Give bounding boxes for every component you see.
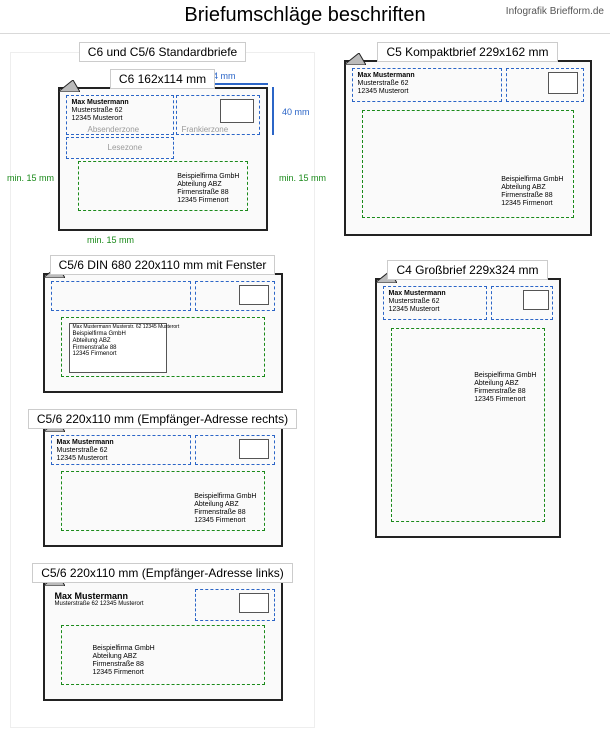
env-c5: Max Mustermann Musterstraße 62 12345 Mus…	[344, 60, 592, 236]
page-title: Briefumschläge beschriften	[184, 4, 425, 26]
stamp-box	[523, 290, 549, 310]
dim-right: 40 mm	[282, 107, 310, 117]
left-section-heading: C6 und C5/6 Standardbriefe	[79, 42, 246, 62]
addr-sender: Max Mustermann Musterstraße 62 12345 Mus…	[57, 439, 114, 463]
zone-sender	[51, 281, 191, 311]
env-c5-heading: C5 Kompaktbrief 229x162 mm	[377, 42, 557, 62]
right-column: C5 Kompaktbrief 229x162 mm Max Musterman…	[335, 42, 600, 728]
addr-recipient: Beispielfirma GmbH Abteilung ABZ Firmens…	[194, 493, 256, 525]
env-c6-block: C6 162x114 mm Absenderzone Frankierzone …	[21, 69, 304, 231]
addr-recipient: Beispielfirma GmbH Abteilung ABZ Firmens…	[474, 372, 536, 404]
env-c56win: Max Mustermann Musterstr. 62 12345 Muste…	[43, 273, 283, 393]
env-c5-block: C5 Kompaktbrief 229x162 mm Max Musterman…	[335, 42, 600, 236]
env-c56l: Max Mustermann Musterstraße 62 12345 Mus…	[43, 581, 283, 701]
env-c56r-heading: C5/6 220x110 mm (Empfänger-Adresse recht…	[28, 409, 297, 429]
stamp-box	[239, 593, 269, 613]
env-c56r-block: C5/6 220x110 mm (Empfänger-Adresse recht…	[21, 409, 304, 547]
env-c4-block: C4 Großbrief 229x324 mm Max Mustermann M…	[335, 260, 600, 538]
addr-sender: Max Mustermann Musterstraße 62 12345 Mus…	[55, 591, 144, 608]
label-read: Lesezone	[108, 143, 143, 152]
stamp-box	[548, 72, 578, 94]
stamp-box	[239, 285, 269, 305]
left-column: C6 und C5/6 Standardbriefe C6 162x114 mm…	[10, 42, 315, 728]
page-header: Briefumschläge beschriften Infografik Br…	[0, 0, 610, 34]
env-c56win-heading: C5/6 DIN 680 220x110 mm mit Fenster	[50, 255, 276, 275]
addr-window: Max Mustermann Musterstr. 62 12345 Muste…	[73, 325, 180, 358]
stamp-box	[220, 99, 254, 123]
env-c56l-block: C5/6 220x110 mm (Empfänger-Adresse links…	[21, 563, 304, 701]
page-body: C6 und C5/6 Standardbriefe C6 162x114 mm…	[0, 34, 610, 736]
addr-sender: Max Mustermann Musterstraße 62 12345 Mus…	[358, 72, 415, 96]
dim-rightmargin: min. 15 mm	[279, 173, 326, 183]
addr-recipient: Beispielfirma GmbH Abteilung ABZ Firmens…	[501, 176, 563, 208]
env-c56l-heading: C5/6 220x110 mm (Empfänger-Adresse links…	[32, 563, 293, 583]
addr-sender: Max Mustermann Musterstraße 62 12345 Mus…	[72, 99, 129, 123]
env-c6: Absenderzone Frankierzone Lesezone Max M…	[58, 87, 268, 231]
env-c56win-block: C5/6 DIN 680 220x110 mm mit Fenster Max …	[21, 255, 304, 393]
zone-recipient	[61, 625, 265, 685]
env-c6-heading: C6 162x114 mm	[110, 69, 215, 89]
page-credit: Infografik Briefform.de	[506, 6, 604, 17]
zone-recipient	[391, 328, 545, 522]
dim-left: min. 15 mm	[7, 173, 54, 183]
dim-line-right	[272, 87, 274, 135]
env-c56r: Max Mustermann Musterstraße 62 12345 Mus…	[43, 427, 283, 547]
label-sender: Absenderzone	[88, 125, 140, 134]
env-c4: Max Mustermann Musterstraße 62 12345 Mus…	[375, 278, 561, 538]
env-c4-heading: C4 Großbrief 229x324 mm	[387, 260, 547, 280]
left-section: C6 162x114 mm Absenderzone Frankierzone …	[10, 52, 315, 728]
addr-recipient: Beispielfirma GmbH Abteilung ABZ Firmens…	[177, 173, 239, 205]
addr-sender: Max Mustermann Musterstraße 62 12345 Mus…	[389, 290, 446, 314]
stamp-box	[239, 439, 269, 459]
addr-recipient: Beispielfirma GmbH Abteilung ABZ Firmens…	[93, 645, 155, 677]
label-frank: Frankierzone	[182, 125, 229, 134]
dim-bottom: min. 15 mm	[87, 235, 134, 245]
